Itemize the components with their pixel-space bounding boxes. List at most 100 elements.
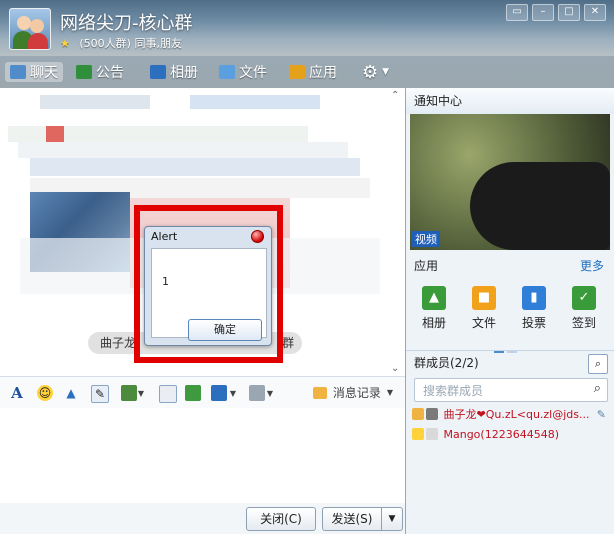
message-input[interactable] bbox=[0, 408, 405, 503]
checkin-icon: ✓ bbox=[572, 286, 596, 310]
video-label: 视频 bbox=[412, 231, 440, 247]
title-bar: 网络尖刀-核心群 ★ (500人群) 同事,朋友 ▭ – □ ✕ bbox=[0, 0, 614, 56]
tab-apps-label: 应用 bbox=[309, 65, 337, 81]
tab-chat-label: 聊天 bbox=[30, 65, 58, 81]
minimize-button[interactable]: – bbox=[532, 4, 554, 21]
maximize-button[interactable]: □ bbox=[558, 4, 580, 21]
alert-message: 1 bbox=[162, 275, 169, 288]
member-tag-right: 群 bbox=[281, 336, 294, 350]
alert-title: Alert bbox=[151, 230, 178, 243]
chevron-down-icon[interactable]: ▼ bbox=[137, 385, 145, 401]
chevron-down-icon[interactable]: ▼ bbox=[266, 385, 274, 401]
announcement-icon bbox=[76, 65, 92, 79]
admin-icon bbox=[412, 428, 424, 440]
tab-album-label: 相册 bbox=[170, 65, 198, 81]
album-icon bbox=[150, 65, 166, 79]
avatar bbox=[426, 428, 438, 440]
input-toolbar: A ☺ ▲ ✎ ▼ ▼ ▼ 消息记录 ▼ bbox=[0, 376, 405, 410]
star-icon: ★ bbox=[60, 37, 70, 50]
message-history-button[interactable]: 消息记录 ▼ bbox=[312, 384, 393, 401]
group-title[interactable]: 网络尖刀-核心群 bbox=[60, 9, 193, 35]
tab-announcement-label: 公告 bbox=[96, 65, 124, 81]
doc-icon[interactable] bbox=[159, 385, 177, 403]
video-preview[interactable]: 视频 bbox=[410, 114, 610, 250]
member-name: Mango(1223644548) bbox=[443, 428, 559, 441]
members-title: 群成员(2/2) bbox=[414, 356, 479, 370]
app-album[interactable]: ▲ 相册 bbox=[416, 286, 452, 331]
apps-header: 应用 更多 bbox=[406, 255, 614, 277]
gift-icon[interactable] bbox=[185, 385, 201, 401]
window-controls: ▭ – □ ✕ bbox=[506, 4, 606, 21]
chevron-down-icon[interactable]: ▼ bbox=[229, 385, 237, 401]
alert-close-button[interactable] bbox=[251, 230, 264, 243]
member-search-placeholder: 搜索群成员 bbox=[423, 384, 484, 398]
gear-icon: ⚙ bbox=[362, 61, 379, 83]
member-name: 曲子龙❤Qu.zL<qu.zl@jds... bbox=[443, 408, 590, 421]
folder-icon: ■ bbox=[472, 286, 496, 310]
history-label: 消息记录 bbox=[332, 386, 381, 400]
app-checkin[interactable]: ✓ 签到 bbox=[566, 286, 602, 331]
send-options-button[interactable]: ▼ bbox=[381, 507, 403, 531]
apps-pager[interactable] bbox=[494, 342, 524, 353]
collapse-down-icon[interactable]: ⌄ bbox=[391, 364, 401, 374]
send-button[interactable]: 发送(S) bbox=[322, 507, 382, 531]
font-icon[interactable]: A bbox=[9, 384, 25, 402]
history-icon bbox=[312, 386, 327, 399]
app-vote-label: 投票 bbox=[521, 316, 546, 330]
album-icon: ▲ bbox=[422, 286, 446, 310]
app-files-label: 文件 bbox=[471, 316, 496, 330]
member-row[interactable]: Mango(1223644548) bbox=[412, 426, 612, 444]
emoji-icon[interactable]: ☺ bbox=[37, 385, 53, 401]
note-icon[interactable]: ✎ bbox=[91, 385, 109, 403]
app-files[interactable]: ■ 文件 bbox=[466, 286, 502, 331]
action-bar: 关闭(C) 发送(S) ▼ bbox=[0, 503, 405, 534]
image-icon[interactable] bbox=[121, 385, 137, 401]
search-icon: ⌕ bbox=[593, 381, 601, 396]
apps-title: 应用 bbox=[414, 259, 439, 273]
app-checkin-label: 签到 bbox=[571, 316, 596, 330]
edit-icon[interactable]: ✎ bbox=[597, 408, 606, 421]
collapse-up-icon[interactable]: ⌃ bbox=[391, 91, 401, 101]
alert-dialog: Alert 1 确定 bbox=[144, 226, 272, 346]
group-avatar[interactable] bbox=[9, 8, 51, 50]
close-chat-button[interactable]: 关闭(C) bbox=[246, 507, 316, 531]
more-apps-link[interactable]: 更多 bbox=[580, 255, 604, 277]
vote-icon: ▮ bbox=[522, 286, 546, 310]
member-search-toggle[interactable]: ⌕ bbox=[588, 354, 608, 374]
tab-announcement[interactable]: 公告 bbox=[76, 62, 124, 82]
calendar-icon[interactable] bbox=[249, 385, 265, 401]
apps-grid: ▲ 相册 ■ 文件 ▮ 投票 ✓ 签到 bbox=[406, 286, 614, 338]
video-frame bbox=[470, 162, 610, 250]
side-panel: 通知中心 视频 应用 更多 ▲ 相册 ■ 文件 ▮ 投票 ✓ 签到 群成员(2/… bbox=[406, 88, 614, 534]
folder-icon bbox=[219, 65, 235, 79]
members-header: 群成员(2/2) ⌕ bbox=[406, 350, 614, 375]
chat-icon bbox=[10, 65, 26, 79]
chevron-down-icon: ▼ bbox=[386, 388, 393, 397]
qq-group-chat-window: 网络尖刀-核心群 ★ (500人群) 同事,朋友 ▭ – □ ✕ 聊天 公告 相… bbox=[0, 0, 614, 534]
alert-ok-button[interactable]: 确定 bbox=[188, 319, 262, 341]
notify-center-title: 通知中心 bbox=[406, 88, 614, 114]
chevron-down-icon: ▼ bbox=[382, 67, 390, 77]
app-album-label: 相册 bbox=[421, 316, 446, 330]
group-subtitle-text: (500人群) 同事,朋友 bbox=[79, 37, 182, 50]
owner-icon bbox=[412, 408, 424, 420]
restore-button[interactable]: ▭ bbox=[506, 4, 528, 21]
tab-apps[interactable]: 应用 bbox=[289, 62, 337, 82]
apps-icon bbox=[289, 65, 305, 79]
close-button[interactable]: ✕ bbox=[584, 4, 606, 21]
nav-tabs: 聊天 公告 相册 文件 应用 ⚙ ▼ bbox=[0, 56, 614, 88]
tab-album[interactable]: 相册 bbox=[150, 62, 198, 82]
screenshot-icon[interactable] bbox=[211, 385, 227, 401]
alert-body: 1 确定 bbox=[151, 248, 267, 341]
group-subtitle: ★ (500人群) 同事,朋友 bbox=[60, 35, 182, 51]
member-row[interactable]: 曲子龙❤Qu.zL<qu.zl@jds... bbox=[412, 406, 612, 424]
member-search-input[interactable]: 搜索群成员 ⌕ bbox=[414, 378, 608, 402]
settings-menu-button[interactable]: ⚙ ▼ bbox=[362, 61, 390, 83]
member-tag-left: 曲子龙 bbox=[100, 336, 137, 350]
tab-chat[interactable]: 聊天 bbox=[5, 62, 63, 82]
tab-files-label: 文件 bbox=[239, 65, 267, 81]
avatar bbox=[426, 408, 438, 420]
shake-icon[interactable]: ▲ bbox=[63, 385, 79, 401]
app-vote[interactable]: ▮ 投票 bbox=[516, 286, 552, 331]
tab-files[interactable]: 文件 bbox=[219, 62, 267, 82]
